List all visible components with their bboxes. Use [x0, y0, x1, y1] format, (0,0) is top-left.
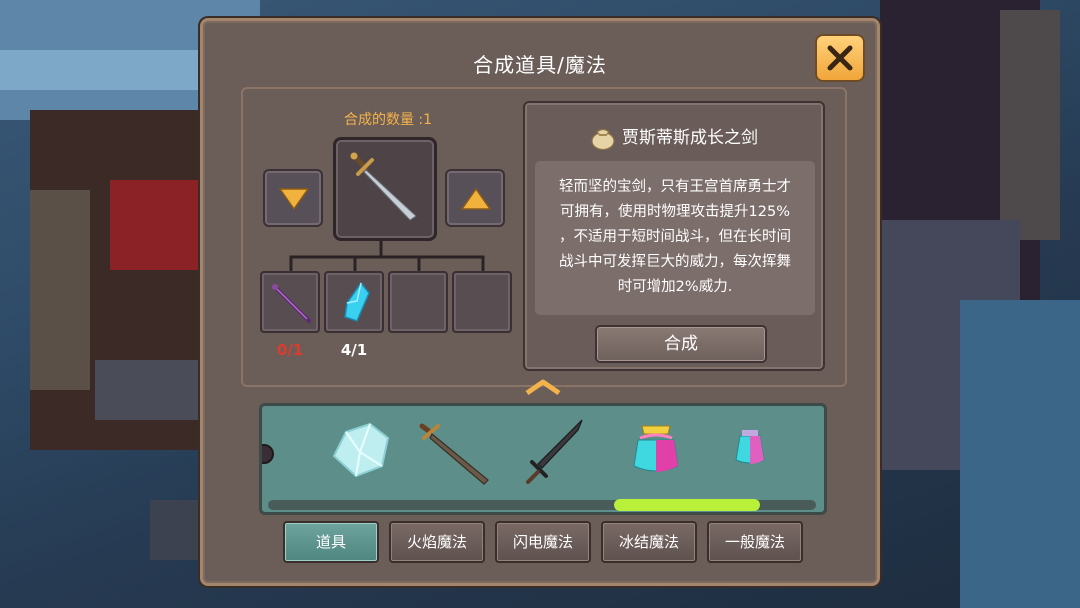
close-x-icon: [827, 45, 853, 71]
item-name-row: 贾斯蒂斯成长之剑: [525, 123, 823, 150]
craft-quantity-label: 合成的数量 :1: [343, 112, 433, 128]
material-slot-2[interactable]: [324, 271, 384, 333]
increase-quantity-button[interactable]: [445, 169, 505, 227]
item-name: 贾斯蒂斯成长之剑: [622, 128, 758, 148]
tab-items[interactable]: 道具: [283, 521, 379, 563]
scene-curtain: [110, 180, 200, 270]
inventory-strip[interactable]: [259, 403, 827, 515]
triangle-down-icon: [278, 188, 310, 211]
inventory-scrollbar-thumb[interactable]: [614, 499, 760, 511]
material-count-1: 0/1: [276, 341, 304, 359]
item-description: 轻而坚的宝剑，只有王宫首席勇士才 可拥有，使用时物理攻击提升125% ，不适用于…: [535, 161, 815, 315]
chevron-up-icon[interactable]: [523, 378, 563, 396]
dark-sword-icon[interactable]: [520, 416, 590, 488]
tab-general-magic[interactable]: 一般魔法: [707, 521, 803, 563]
description-line: 可拥有，使用时物理攻击提升125%: [560, 204, 790, 220]
material-slot-1[interactable]: [260, 271, 320, 333]
scene-pillar-left: [30, 190, 90, 390]
crafting-panel: 合成道具/魔法 合成的数量 :1 0/1 4/1 贾斯蒂斯成长之剑 轻而坚的宝剑…: [200, 18, 880, 586]
material-count-2: 4/1: [340, 341, 368, 359]
material-slot-4[interactable]: [452, 271, 512, 333]
money-bag-icon: [591, 128, 615, 150]
blue-crystal-icon: [344, 281, 370, 322]
purple-staff-icon: [272, 284, 311, 323]
triangle-up-icon: [460, 187, 492, 210]
pink-cyan-potion-icon[interactable]: [628, 416, 684, 480]
scene-pillar-right: [1000, 10, 1060, 240]
partial-item-icon[interactable]: [262, 444, 274, 464]
tab-ice-magic[interactable]: 冰结魔法: [601, 521, 697, 563]
ice-crystal-icon[interactable]: [326, 416, 394, 484]
target-item-slot[interactable]: [333, 137, 437, 241]
close-button[interactable]: [815, 34, 865, 82]
tab-lightning-magic[interactable]: 闪电魔法: [495, 521, 591, 563]
panel-title: 合成道具/魔法: [473, 53, 607, 77]
material-slot-3[interactable]: [388, 271, 448, 333]
tab-fire-magic[interactable]: 火焰魔法: [389, 521, 485, 563]
description-line: ，不适用于短时间战斗，但在长时间: [559, 229, 791, 245]
item-info-box: 贾斯蒂斯成长之剑 轻而坚的宝剑，只有王宫首席勇士才 可拥有，使用时物理攻击提升1…: [523, 101, 825, 371]
scene-wall-ledge: [0, 50, 210, 90]
recipe-connector-lines: [289, 241, 485, 273]
scene-ground-right: [960, 300, 1080, 608]
craft-button[interactable]: 合成: [595, 325, 767, 363]
bronze-sword-icon[interactable]: [416, 416, 496, 488]
description-line: 战斗中可发挥巨大的威力，每次挥舞: [559, 254, 791, 270]
decrease-quantity-button[interactable]: [263, 169, 323, 227]
sword-icon: [350, 152, 417, 221]
scene-brick-wall-left: [95, 360, 205, 420]
description-line: 时可增加2%威力.: [617, 279, 733, 295]
description-line: 轻而坚的宝剑，只有王宫首席勇士才: [559, 179, 791, 195]
small-potion-icon[interactable]: [730, 416, 770, 480]
